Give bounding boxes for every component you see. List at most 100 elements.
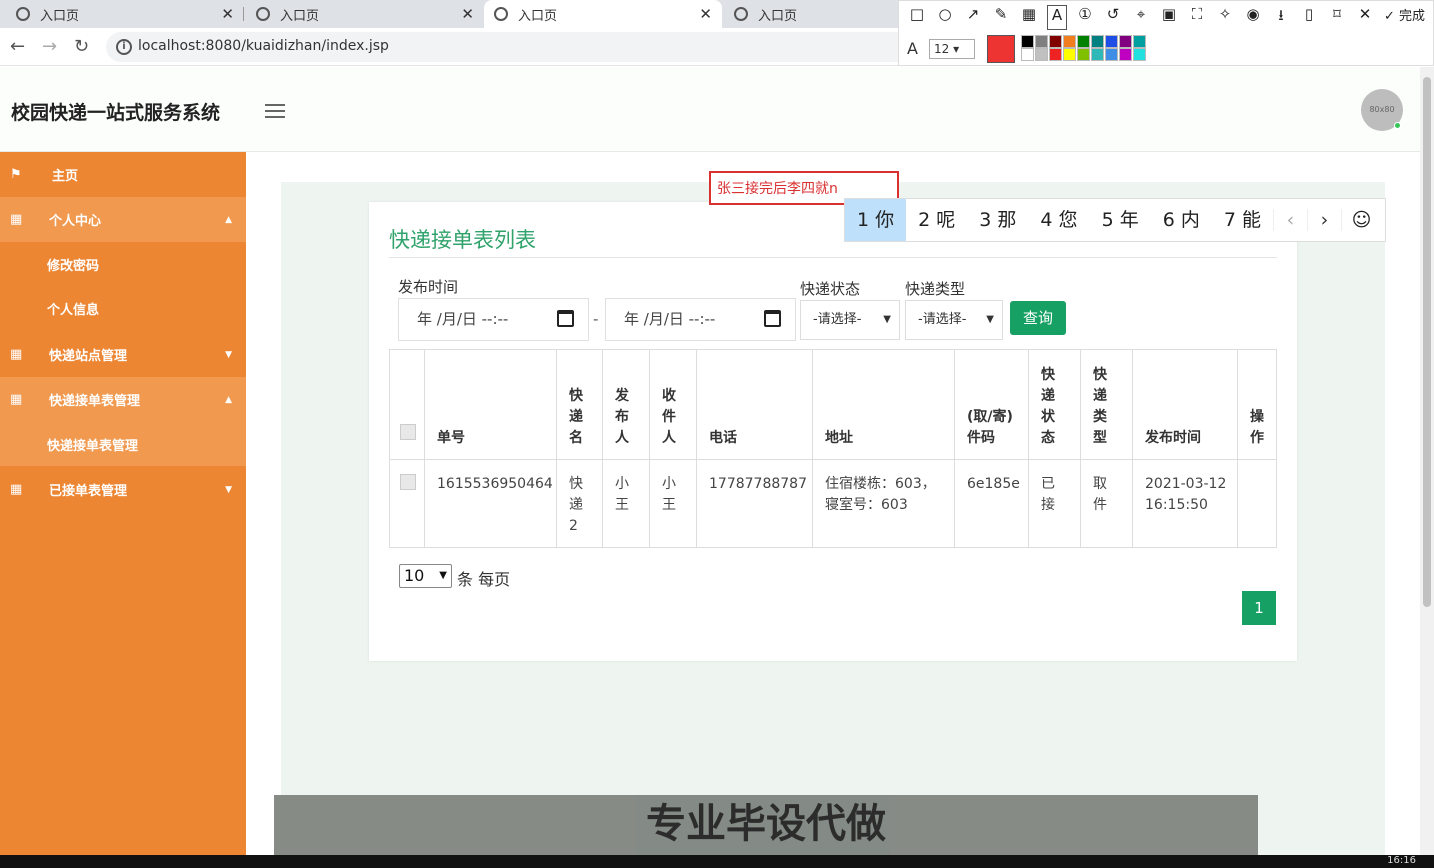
chevron-down-icon: ▼ <box>883 314 891 325</box>
ime-prev-icon[interactable]: ‹ <box>1272 209 1307 231</box>
app-header: 校园快递一站式服务系统 80x80 <box>0 67 1420 152</box>
ime-next-icon[interactable]: › <box>1306 209 1341 231</box>
pen-icon[interactable]: ✎ <box>991 5 1011 30</box>
color-swatch[interactable] <box>1105 35 1118 48</box>
rectangle-icon[interactable]: □ <box>907 5 927 30</box>
color-swatch[interactable] <box>1049 48 1062 61</box>
column-header: 发布时间 <box>1133 350 1238 460</box>
crop-icon[interactable]: ⛶ <box>1187 5 1207 30</box>
sidebar-subitem-personal-info[interactable]: 个人信息 <box>0 286 246 330</box>
column-header: 快递名 <box>557 350 603 460</box>
color-swatch[interactable] <box>1133 48 1146 61</box>
page-button-current[interactable]: 1 <box>1242 591 1276 625</box>
sidebar-item-personal-center[interactable]: ▦ 个人中心 ▲ <box>0 197 246 242</box>
ime-candidate[interactable]: 1 你 <box>845 199 907 241</box>
browser-tab-2[interactable]: 入口页 ✕ <box>246 0 484 28</box>
info-icon[interactable]: i <box>116 39 132 55</box>
url-text[interactable]: localhost:8080/kuaidizhan/index.jsp <box>138 38 389 54</box>
color-swatch[interactable] <box>1049 35 1062 48</box>
mosaic-icon[interactable]: ▦ <box>1019 5 1039 30</box>
forward-arrow-icon[interactable]: → <box>42 36 57 57</box>
ocr-icon[interactable]: ▣ <box>1159 5 1179 30</box>
date-from-input[interactable]: 年 /月/日 --:-- <box>398 298 589 341</box>
download-icon[interactable]: ⭳ <box>1271 5 1291 30</box>
color-swatch[interactable] <box>1021 48 1034 61</box>
reload-icon[interactable]: ↻ <box>74 36 89 57</box>
scrollbar-thumb[interactable] <box>1423 77 1431 607</box>
record-icon[interactable]: ◉ <box>1243 5 1263 30</box>
column-header: 收件人 <box>650 350 697 460</box>
avatar[interactable]: 80x80 <box>1361 89 1403 131</box>
query-button[interactable]: 查询 <box>1010 301 1066 335</box>
column-header: 单号 <box>425 350 557 460</box>
cancel-icon[interactable]: ✕ <box>1355 5 1375 30</box>
sidebar-item-home[interactable]: ⚑ 主页 <box>0 152 246 197</box>
caret-up-icon: ▲ <box>225 394 232 405</box>
calendar-icon[interactable] <box>764 310 781 327</box>
undo-icon[interactable]: ↺ <box>1103 5 1123 30</box>
ime-candidate[interactable]: 5 年 <box>1090 199 1151 241</box>
ime-candidate[interactable]: 4 您 <box>1028 199 1089 241</box>
current-color-swatch[interactable] <box>987 35 1015 63</box>
font-size-select[interactable]: 12 ▾ <box>929 39 975 59</box>
type-select[interactable]: -请选择- ▼ <box>905 300 1003 340</box>
back-arrow-icon[interactable]: ← <box>10 36 25 57</box>
done-button[interactable]: ✓ 完成 <box>1384 5 1425 24</box>
color-swatch[interactable] <box>1091 35 1104 48</box>
ime-candidate[interactable]: 7 能 <box>1212 199 1273 241</box>
ime-candidate[interactable]: 3 那 <box>967 199 1028 241</box>
emoji-icon[interactable]: ☺ <box>1340 209 1381 231</box>
close-icon[interactable]: ✕ <box>699 5 712 23</box>
table-cell: 6e185e <box>955 460 1029 548</box>
tab-label: 入口页 <box>518 8 558 24</box>
ime-candidate[interactable]: 2 呢 <box>906 199 967 241</box>
text-icon[interactable]: A <box>1047 5 1067 30</box>
close-icon[interactable]: ✕ <box>461 5 474 23</box>
color-swatch[interactable] <box>1063 48 1076 61</box>
ellipse-icon[interactable]: ○ <box>935 5 955 30</box>
status-select[interactable]: -请选择- ▼ <box>800 300 900 340</box>
color-swatch[interactable] <box>1105 48 1118 61</box>
brand-title: 校园快递一站式服务系统 <box>11 102 221 124</box>
column-header: 快递状态 <box>1029 350 1081 460</box>
sidebar-item-accepted-management[interactable]: ▦ 已接单表管理 ▼ <box>0 467 246 512</box>
column-header: 地址 <box>813 350 955 460</box>
color-swatch[interactable] <box>1091 48 1104 61</box>
color-swatch[interactable] <box>1063 35 1076 48</box>
globe-icon <box>16 7 30 21</box>
page-scrollbar[interactable] <box>1420 67 1434 855</box>
sidebar-subitem-change-password[interactable]: 修改密码 <box>0 242 246 286</box>
color-swatch[interactable] <box>1119 48 1132 61</box>
sidebar-item-station-management[interactable]: ▦ 快递站点管理 ▼ <box>0 332 246 377</box>
color-swatch[interactable] <box>1133 35 1146 48</box>
pin-icon[interactable]: ⌖ <box>1131 5 1151 30</box>
magic-icon[interactable]: ✧ <box>1215 5 1235 30</box>
ime-candidate[interactable]: 6 内 <box>1151 199 1212 241</box>
hamburger-menu-icon[interactable] <box>265 104 285 118</box>
page-size-select[interactable]: 10 ▼ <box>399 564 452 588</box>
bookmark-icon[interactable]: ⌑ <box>1327 5 1347 30</box>
table-cell: 住宿楼栋：603，寝室号：603 <box>813 460 955 548</box>
color-swatch[interactable] <box>1119 35 1132 48</box>
close-icon[interactable]: ✕ <box>221 5 234 23</box>
number-icon[interactable]: ① <box>1075 5 1095 30</box>
browser-tab-3-active[interactable]: 入口页 ✕ <box>484 0 722 28</box>
sidebar-item-order-management[interactable]: ▦ 快递接单表管理 ▲ <box>0 377 246 422</box>
calendar-icon[interactable] <box>557 310 574 327</box>
row-checkbox[interactable] <box>400 474 416 490</box>
browser-tab-4[interactable]: 入口页 <box>724 0 898 28</box>
color-swatch[interactable] <box>1021 35 1034 48</box>
grid-icon: ▦ <box>10 482 23 497</box>
color-swatch[interactable] <box>1035 35 1048 48</box>
browser-tab-1[interactable]: 入口页 ✕ <box>6 0 244 28</box>
color-swatch[interactable] <box>1077 35 1090 48</box>
sidebar-subitem-order-list[interactable]: 快递接单表管理 <box>0 422 246 466</box>
grid-icon: ▦ <box>10 392 23 407</box>
date-to-input[interactable]: 年 /月/日 --:-- <box>605 298 796 341</box>
select-all-checkbox[interactable] <box>400 424 416 440</box>
arrow-icon[interactable]: ↗ <box>963 5 983 30</box>
phone-icon[interactable]: ▯ <box>1299 5 1319 30</box>
color-swatch[interactable] <box>1035 48 1048 61</box>
action-cell <box>1238 460 1277 548</box>
color-swatch[interactable] <box>1077 48 1090 61</box>
